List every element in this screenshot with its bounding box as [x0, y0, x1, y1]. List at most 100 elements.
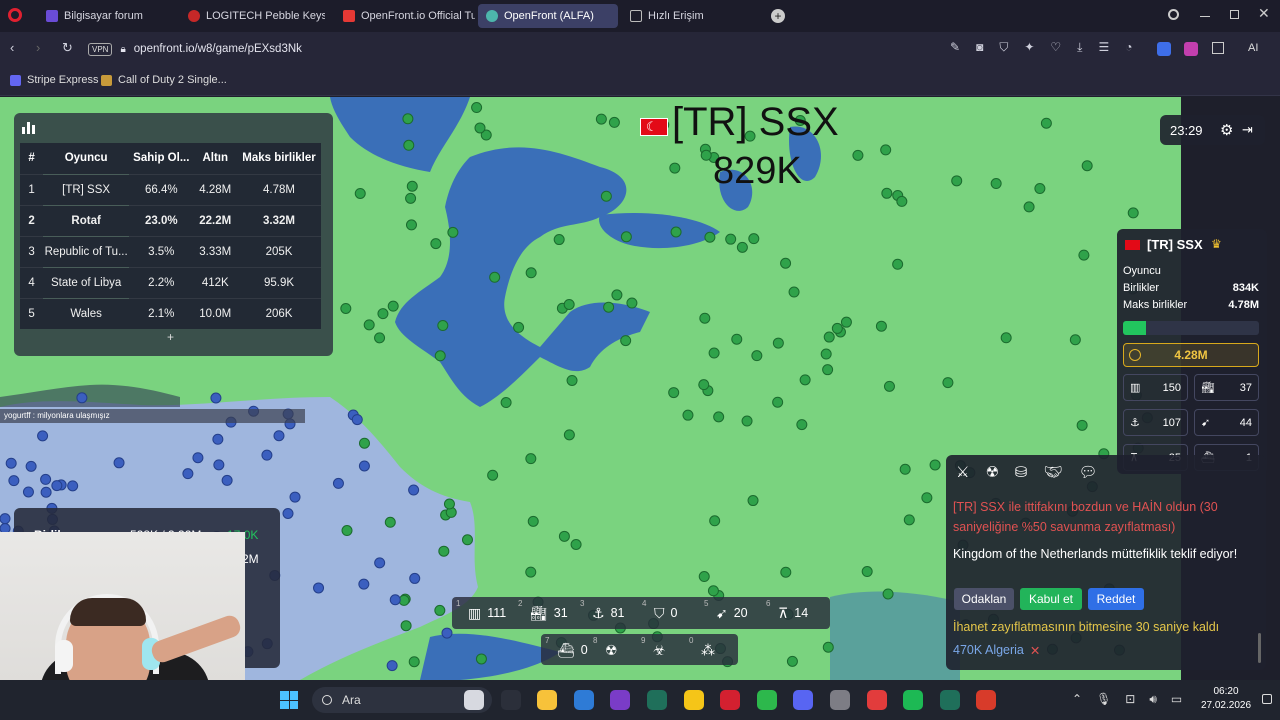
- map-structure-marker[interactable]: [713, 411, 725, 423]
- map-structure-marker[interactable]: [881, 187, 893, 199]
- map-structure-marker[interactable]: [921, 492, 933, 504]
- minimize-icon[interactable]: [1200, 16, 1210, 17]
- tab-3-active[interactable]: OpenFront (ALFA): [478, 4, 618, 28]
- leaderboard-row[interactable]: 4 State of Libya 2.2% 412K 95.9K: [20, 266, 321, 298]
- network-icon[interactable]: ⊡: [1125, 692, 1135, 707]
- map-structure-marker[interactable]: [563, 429, 575, 441]
- map-structure-marker[interactable]: [558, 530, 570, 542]
- map-structure-marker[interactable]: [1034, 183, 1046, 195]
- map-structure-marker[interactable]: [709, 515, 721, 527]
- focus-button[interactable]: Odaklan: [954, 588, 1014, 610]
- menu-icon[interactable]: ☰: [1098, 40, 1109, 60]
- map-structure-marker[interactable]: [620, 335, 632, 347]
- vpn-badge[interactable]: VPN: [88, 42, 113, 56]
- leaderboard-row[interactable]: 3 Republic of Tu... 3.5% 3.33M 205K: [20, 235, 321, 267]
- map-structure-marker[interactable]: [603, 301, 615, 313]
- map-structure-marker[interactable]: [374, 332, 386, 344]
- map-structure-marker[interactable]: [748, 233, 760, 245]
- map-structure-marker[interactable]: [406, 180, 418, 192]
- map-structure-marker[interactable]: [566, 374, 578, 386]
- col-rank[interactable]: #: [20, 143, 44, 174]
- map-ally-structure-marker[interactable]: [67, 480, 79, 492]
- tray-chevron-icon[interactable]: ⌃: [1072, 692, 1082, 707]
- map-ally-structure-marker[interactable]: [0, 513, 11, 525]
- map-structure-marker[interactable]: [620, 231, 632, 243]
- map-ally-structure-marker[interactable]: [221, 474, 233, 486]
- map-structure-marker[interactable]: [358, 437, 370, 449]
- map-structure-marker[interactable]: [1000, 332, 1012, 344]
- map-structure-marker[interactable]: [796, 419, 808, 431]
- map-structure-marker[interactable]: [704, 231, 716, 243]
- map-structure-marker[interactable]: [341, 525, 353, 537]
- opera-logo-icon[interactable]: [8, 8, 22, 22]
- tab-2[interactable]: OpenFront.io Official Tuto: [335, 4, 475, 28]
- map-structure-marker[interactable]: [608, 116, 620, 128]
- leaderboard-toggle-icon[interactable]: [22, 122, 36, 134]
- map-ally-structure-marker[interactable]: [40, 473, 52, 485]
- map-structure-marker[interactable]: [611, 289, 623, 301]
- map-structure-marker[interactable]: [682, 409, 694, 421]
- taskbar-outlook-icon[interactable]: [573, 690, 594, 710]
- map-structure-marker[interactable]: [354, 187, 366, 199]
- map-ally-structure-marker[interactable]: [210, 392, 222, 404]
- map-structure-marker[interactable]: [883, 380, 895, 392]
- map-structure-marker[interactable]: [896, 195, 908, 207]
- leaderboard-row[interactable]: 5 Wales 2.1% 10.0M 206K: [20, 297, 321, 329]
- map-ally-structure-marker[interactable]: [5, 457, 17, 469]
- ai-button[interactable]: AI: [1248, 42, 1258, 54]
- map-structure-marker[interactable]: [1069, 334, 1081, 346]
- map-structure-marker[interactable]: [563, 298, 575, 310]
- map-ally-structure-marker[interactable]: [358, 578, 370, 590]
- aria-icon[interactable]: [1184, 42, 1198, 56]
- notification-icon[interactable]: [1262, 694, 1272, 704]
- map-structure-marker[interactable]: [475, 653, 487, 665]
- map-structure-marker[interactable]: [822, 364, 834, 376]
- map-structure-marker[interactable]: [400, 620, 412, 632]
- tab-4[interactable]: Hızlı Erişim: [622, 4, 732, 28]
- battery-icon[interactable]: ▭: [1171, 692, 1182, 707]
- exit-game-icon[interactable]: ⇥: [1242, 122, 1253, 138]
- build-defense-post[interactable]: ⛉ 0: [654, 597, 677, 629]
- map-structure-marker[interactable]: [731, 333, 743, 345]
- map-structure-marker[interactable]: [799, 374, 811, 386]
- filter-trade-icon[interactable]: ⛁: [1015, 463, 1028, 481]
- map-structure-marker[interactable]: [402, 113, 414, 125]
- map-structure-marker[interactable]: [626, 297, 638, 309]
- taskbar-discord-icon[interactable]: [793, 690, 814, 710]
- bookmark-cod2[interactable]: Call of Duty 2 Single...: [101, 74, 227, 86]
- map-structure-marker[interactable]: [751, 350, 763, 362]
- map-ally-structure-marker[interactable]: [213, 459, 225, 471]
- map-structure-marker[interactable]: [527, 515, 539, 527]
- map-ally-structure-marker[interactable]: [358, 460, 370, 472]
- col-player[interactable]: Oyuncu: [43, 143, 130, 174]
- map-structure-marker[interactable]: [438, 545, 450, 557]
- taskbar-spotify-icon[interactable]: [903, 690, 924, 710]
- map-structure-marker[interactable]: [708, 347, 720, 359]
- attack-row[interactable]: 470K Algeria ✕: [953, 643, 1040, 658]
- map-ally-structure-marker[interactable]: [40, 486, 52, 498]
- map-ally-structure-marker[interactable]: [37, 430, 49, 442]
- filter-nuke-icon[interactable]: ☢: [985, 463, 998, 481]
- taskbar-widget-weather-icon[interactable]: [464, 690, 484, 710]
- map-ally-structure-marker[interactable]: [76, 392, 88, 404]
- map-structure-marker[interactable]: [700, 149, 712, 161]
- map-structure-marker[interactable]: [437, 320, 449, 332]
- map-structure-marker[interactable]: [780, 566, 792, 578]
- map-structure-marker[interactable]: [840, 316, 852, 328]
- map-structure-marker[interactable]: [487, 469, 499, 481]
- microphone-icon[interactable]: 🎙︎: [1096, 692, 1111, 707]
- map-structure-marker[interactable]: [434, 350, 446, 362]
- map-structure-marker[interactable]: [699, 312, 711, 324]
- map-structure-marker[interactable]: [377, 308, 389, 320]
- map-ally-structure-marker[interactable]: [8, 475, 20, 487]
- map-structure-marker[interactable]: [831, 322, 843, 334]
- map-ally-structure-marker[interactable]: [408, 484, 420, 496]
- map-structure-marker[interactable]: [408, 656, 420, 668]
- map-structure-marker[interactable]: [788, 286, 800, 298]
- map-structure-marker[interactable]: [668, 387, 680, 399]
- map-structure-marker[interactable]: [434, 604, 446, 616]
- cube-icon[interactable]: [1212, 42, 1224, 54]
- map-ally-structure-marker[interactable]: [282, 508, 294, 520]
- taskbar-app-red-icon[interactable]: [866, 690, 887, 710]
- taskbar-store-icon[interactable]: [537, 690, 558, 710]
